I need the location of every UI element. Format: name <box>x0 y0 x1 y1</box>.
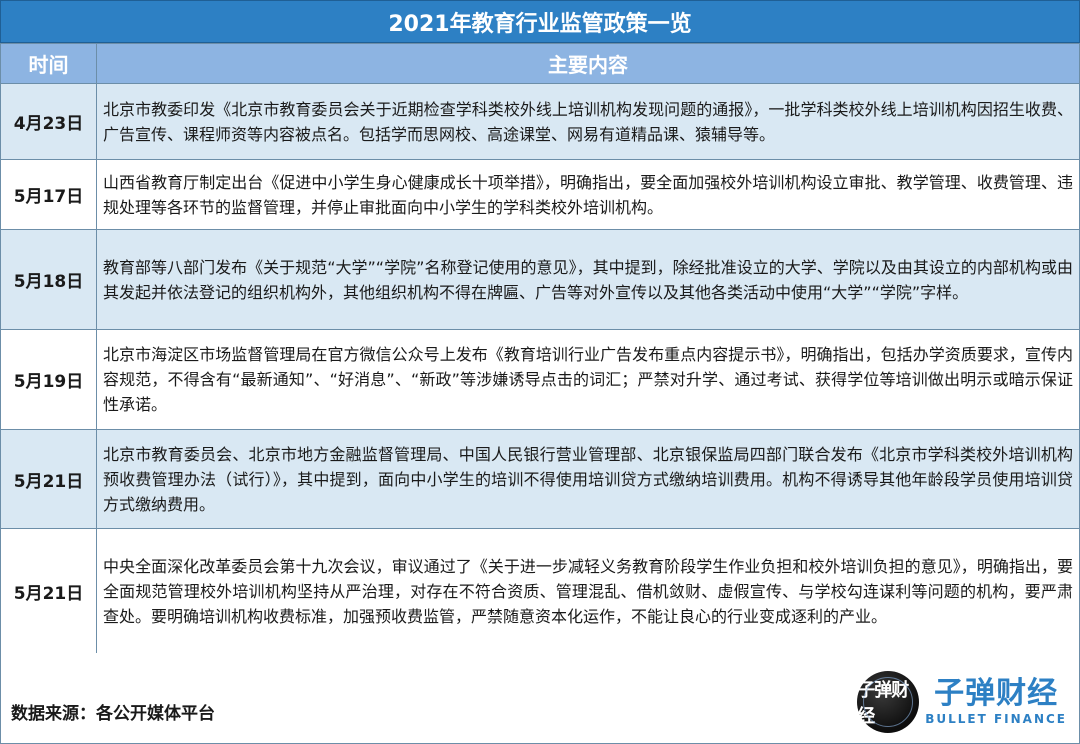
row-date: 5月19日 <box>0 329 97 430</box>
table-row: 5月18日 教育部等八部门发布《关于规范“大学”“学院”名称登记使用的意见》，其… <box>0 229 1080 330</box>
bullet-finance-logo-icon: 子弹财经 <box>857 671 920 733</box>
table-row: 5月21日 中央全面深化改革委员会第十九次会议，审议通过了《关于进一步减轻义务教… <box>0 528 1080 654</box>
page-title: 2021年教育行业监管政策一览 <box>0 0 1080 43</box>
row-date: 5月18日 <box>0 229 97 330</box>
row-date: 5月21日 <box>0 429 97 529</box>
table-row: 5月17日 山西省教育厅制定出台《促进中小学生身心健康成长十项举措》，明确指出，… <box>0 159 1080 230</box>
data-source-note: 数据来源：各公开媒体平台 <box>11 704 215 724</box>
logo-text: 子弹财经 BULLET FINANCE <box>925 676 1067 727</box>
table-row: 5月19日 北京市海淀区市场监督管理局在官方微信公众号上发布《教育培训行业广告发… <box>0 329 1080 430</box>
row-content: 北京市教委印发《北京市教育委员会关于近期检查学科类校外线上培训机构发现问题的通报… <box>96 83 1080 160</box>
row-content: 山西省教育厅制定出台《促进中小学生身心健康成长十项举措》，明确指出，要全面加强校… <box>96 159 1080 230</box>
table-row: 5月21日 北京市教育委员会、北京市地方金融监督管理局、中国人民银行营业管理部、… <box>0 429 1080 529</box>
brand-logo: 子弹财经 子弹财经 BULLET FINANCE <box>857 671 1067 733</box>
footer: 数据来源：各公开媒体平台 子弹财经 子弹财经 BULLET FINANCE <box>0 653 1080 744</box>
column-header-content: 主要内容 <box>96 43 1080 84</box>
row-content: 北京市海淀区市场监督管理局在官方微信公众号上发布《教育培训行业广告发布重点内容提… <box>96 329 1080 430</box>
row-date: 5月17日 <box>0 159 97 230</box>
policy-table-page: 2021年教育行业监管政策一览 时间 主要内容 4月23日 北京市教委印发《北京… <box>0 0 1080 744</box>
column-header-time: 时间 <box>0 43 97 84</box>
row-content: 北京市教育委员会、北京市地方金融监督管理局、中国人民银行营业管理部、北京银保监局… <box>96 429 1080 529</box>
logo-chinese-name: 子弹财经 <box>934 676 1059 711</box>
row-date: 5月21日 <box>0 528 97 654</box>
table-header-row: 时间 主要内容 <box>0 43 1080 84</box>
row-content: 中央全面深化改革委员会第十九次会议，审议通过了《关于进一步减轻义务教育阶段学生作… <box>96 528 1080 654</box>
logo-english-name: BULLET FINANCE <box>925 712 1067 726</box>
row-date: 4月23日 <box>0 83 97 160</box>
table-row: 4月23日 北京市教委印发《北京市教育委员会关于近期检查学科类校外线上培训机构发… <box>0 83 1080 160</box>
row-content: 教育部等八部门发布《关于规范“大学”“学院”名称登记使用的意见》，其中提到，除经… <box>96 229 1080 330</box>
policy-table: 时间 主要内容 4月23日 北京市教委印发《北京市教育委员会关于近期检查学科类校… <box>0 43 1080 654</box>
